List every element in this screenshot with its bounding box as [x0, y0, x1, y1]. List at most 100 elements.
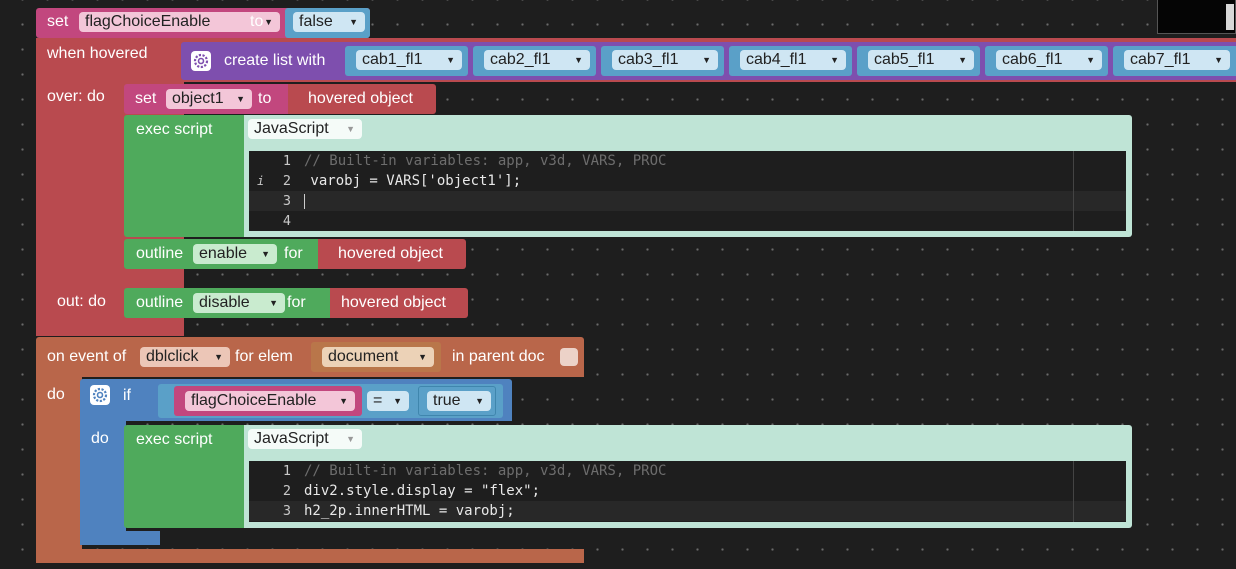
operator-dropdown[interactable]: = ▼: [367, 391, 409, 411]
outline-mode: disable: [199, 294, 250, 311]
outline-disable-block[interactable]: outline disable ▼ for: [124, 288, 330, 318]
hovered-object-block[interactable]: hovered object: [288, 84, 436, 114]
hovered-object-block[interactable]: hovered object: [330, 288, 468, 318]
scrollbar[interactable]: [1226, 4, 1234, 30]
outline-enable-block[interactable]: outline enable ▼ for: [124, 239, 318, 269]
document-block[interactable]: document ▼: [311, 342, 441, 372]
exec-script-block[interactable]: exec script: [124, 115, 244, 237]
set-flag-block[interactable]: set flagChoiceEnable ▼ to false ▼: [36, 8, 370, 38]
in-parent-doc-checkbox[interactable]: [560, 348, 578, 366]
gear-icon[interactable]: [191, 51, 211, 71]
on-event-label: on event of: [47, 348, 127, 365]
in-parent-doc-label: in parent doc: [452, 348, 545, 365]
when-hovered-bottom: [36, 322, 181, 336]
code-editor[interactable]: 1 // Built-in variables: app, v3d, VARS, …: [249, 151, 1126, 231]
if-do-label: do: [91, 430, 109, 447]
dropdown-caret-icon: ▼: [958, 55, 967, 65]
print-margin: [1073, 461, 1074, 522]
object-chip-6[interactable]: cab6_fl1 ▼: [985, 46, 1108, 76]
print-margin: [1073, 151, 1074, 231]
object-dropdown[interactable]: cab5_fl1 ▼: [868, 50, 974, 70]
set-object-block[interactable]: set object1 ▼ to: [124, 84, 288, 114]
boolean-value: true: [433, 392, 461, 409]
object-dropdown[interactable]: cab3_fl1 ▼: [612, 50, 718, 70]
hovered-object-block[interactable]: hovered object: [318, 239, 466, 269]
dropdown-caret-icon: ▼: [1214, 55, 1223, 65]
event-type: dblclick: [146, 348, 199, 365]
line-number: 3: [282, 503, 291, 519]
to-label: to: [258, 90, 272, 107]
variable-name: object1: [172, 90, 224, 107]
object-chip-2[interactable]: cab2_fl1 ▼: [473, 46, 596, 76]
object-name: cab1_fl1: [362, 51, 423, 68]
line-number: 1: [282, 463, 291, 479]
boolean-dropdown[interactable]: false ▼: [293, 12, 365, 32]
hovered-object-label: hovered object: [341, 294, 446, 311]
event-type-dropdown[interactable]: dblclick ▼: [140, 347, 230, 367]
variable-dropdown[interactable]: object1 ▼: [166, 89, 252, 109]
object-name: cab5_fl1: [874, 51, 935, 68]
object-dropdown[interactable]: cab1_fl1 ▼: [356, 50, 462, 70]
do-label: do: [47, 386, 65, 403]
language-dropdown[interactable]: JavaScript ▼: [248, 119, 362, 139]
object-dropdown[interactable]: cab2_fl1 ▼: [484, 50, 590, 70]
dropdown-caret-icon: ▼: [1086, 55, 1095, 65]
dropdown-caret-icon: ▼: [830, 55, 839, 65]
when-hovered-label: when hovered: [47, 45, 148, 62]
variable-name: flagChoiceEnable: [85, 13, 211, 30]
code-text: h2_2p.innerHTML = varobj;: [304, 503, 515, 519]
exec-script-block[interactable]: exec script: [124, 425, 244, 528]
code-text: // Built-in variables: app, v3d, VARS, P…: [304, 463, 667, 479]
outline-label: outline: [136, 294, 184, 311]
line-number: 2: [282, 173, 291, 189]
object-dropdown[interactable]: cab6_fl1 ▼: [996, 50, 1102, 70]
object-chip-7[interactable]: cab7_fl1 ▼: [1113, 46, 1236, 76]
hovered-object-label: hovered object: [308, 90, 413, 107]
text-cursor: [304, 194, 305, 209]
if-bottom: [80, 531, 160, 545]
object-name: cab3_fl1: [618, 51, 679, 68]
element-dropdown[interactable]: document ▼: [322, 347, 434, 367]
gear-icon[interactable]: [90, 385, 110, 405]
outline-label: outline: [136, 245, 184, 262]
language-name: JavaScript: [254, 120, 329, 137]
object-dropdown[interactable]: cab4_fl1 ▼: [740, 50, 846, 70]
operator: =: [373, 392, 383, 409]
code-text: // Built-in variables: app, v3d, VARS, P…: [304, 153, 667, 169]
line-number: 4: [282, 213, 291, 229]
outline-mode-dropdown[interactable]: disable ▼: [193, 293, 285, 313]
value-true-block[interactable]: true ▼: [418, 386, 496, 416]
object-chip-5[interactable]: cab5_fl1 ▼: [857, 46, 980, 76]
over-do-label: over: do: [47, 88, 105, 105]
exec-script-label: exec script: [136, 431, 213, 448]
object-chip-1[interactable]: cab1_fl1 ▼: [345, 46, 468, 76]
dropdown-caret-icon: ▼: [346, 434, 355, 444]
variable-name: flagChoiceEnable: [191, 392, 317, 409]
for-label: for: [284, 245, 303, 262]
line-number: 2: [282, 483, 291, 499]
code-line: 3: [249, 191, 1126, 211]
exec-script-label: exec script: [136, 121, 213, 138]
dropdown-caret-icon: ▼: [339, 396, 348, 406]
dropdown-caret-icon: ▼: [418, 352, 427, 362]
outline-mode-dropdown[interactable]: enable ▼: [193, 244, 277, 264]
object-name: cab6_fl1: [1002, 51, 1063, 68]
code-line: 2 div2.style.display = "flex";: [249, 481, 1126, 501]
code-text: div2.style.display = "flex";: [304, 483, 541, 499]
language-dropdown[interactable]: JavaScript ▼: [248, 429, 362, 449]
create-list-label: create list with: [224, 52, 326, 69]
dropdown-caret-icon: ▼: [393, 396, 402, 406]
code-editor[interactable]: 1 // Built-in variables: app, v3d, VARS, …: [249, 461, 1126, 522]
object-dropdown[interactable]: cab7_fl1 ▼: [1124, 50, 1230, 70]
toolbox-panel: [1157, 0, 1236, 34]
outline-mode: enable: [199, 245, 248, 262]
value-false-block[interactable]: false ▼: [285, 8, 370, 38]
variable-dropdown[interactable]: flagChoiceEnable ▼: [185, 391, 355, 411]
boolean-dropdown[interactable]: true ▼: [427, 391, 491, 411]
hovered-object-label: hovered object: [338, 245, 443, 262]
variable-get-block[interactable]: flagChoiceEnable ▼: [174, 386, 362, 416]
object-chip-3[interactable]: cab3_fl1 ▼: [601, 46, 724, 76]
for-label: for: [287, 294, 306, 311]
line-number: 1: [282, 153, 291, 169]
object-chip-4[interactable]: cab4_fl1 ▼: [729, 46, 852, 76]
